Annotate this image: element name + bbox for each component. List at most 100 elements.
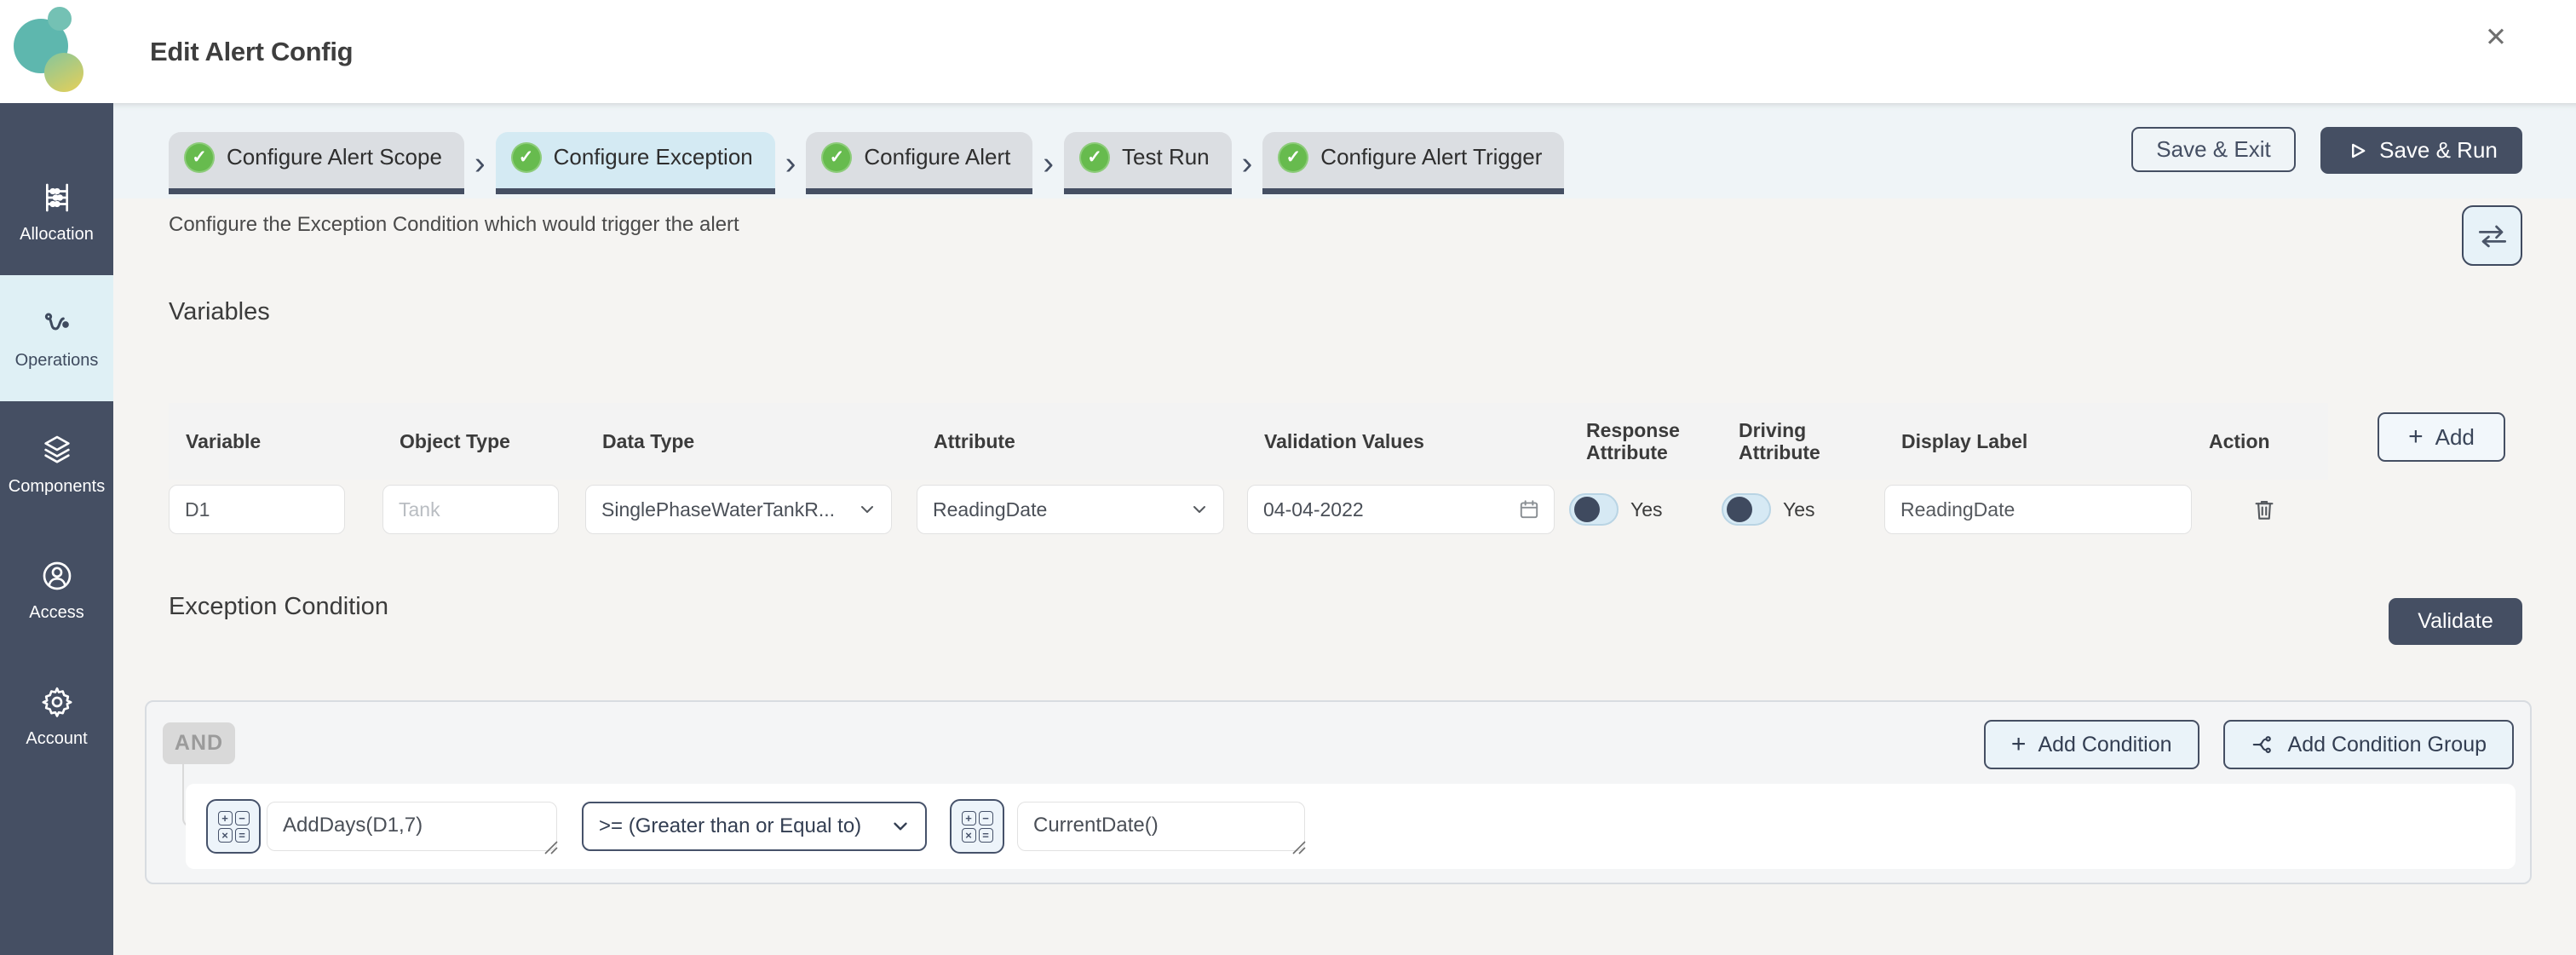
operator-value: >= (Greater than or Equal to) (599, 814, 862, 837)
step-label: Configure Exception (553, 144, 753, 170)
gear-icon (42, 687, 72, 717)
attribute-select[interactable]: ReadingDate (917, 485, 1224, 534)
delete-row-button[interactable] (2192, 497, 2337, 522)
column-header: Data Type (602, 429, 695, 452)
app-logo (10, 5, 104, 99)
step-check-icon: ✓ (1079, 141, 1111, 173)
save-exit-button[interactable]: Save & Exit (2131, 127, 2296, 172)
column-header: Object Type (400, 429, 510, 452)
branch-icon (2252, 736, 2271, 753)
toggle-knob (1574, 497, 1600, 522)
layers-icon (43, 435, 70, 463)
lhs-expression-input[interactable] (267, 802, 557, 851)
sidebar-item-access[interactable]: Access (0, 527, 113, 653)
chevron-down-icon (1193, 506, 1205, 513)
tab-configure-alert[interactable]: ✓ Configure Alert (806, 132, 1033, 194)
exception-condition-heading: Exception Condition (169, 593, 388, 620)
tab-configure-alert-trigger[interactable]: ✓ Configure Alert Trigger (1262, 132, 1565, 194)
user-circle-icon (43, 561, 71, 590)
chevron-right-icon: › (785, 146, 796, 181)
validate-button[interactable]: Validate (2389, 598, 2522, 645)
sidebar-item-operations[interactable]: Operations (0, 275, 113, 401)
close-icon[interactable]: ✕ (2477, 19, 2515, 56)
column-header: Driving Attribute (1739, 418, 1820, 463)
tab-configure-exception[interactable]: ✓ Configure Exception (495, 132, 775, 194)
calculator-icon: + − × = (217, 810, 250, 843)
chevron-down-icon (894, 822, 907, 831)
column-header: Validation Values (1264, 429, 1424, 452)
step-label: Test Run (1122, 144, 1210, 170)
sidebar-item-label: Access (29, 602, 84, 622)
transfer-arrows-button[interactable] (2462, 205, 2522, 266)
add-condition-button[interactable]: + Add Condition (1983, 720, 2199, 769)
condition-row-card: +−×= >= (Greater than or Equal to) +−×= (186, 784, 2516, 869)
toggle-knob (1727, 497, 1752, 522)
sidebar-item-label: Allocation (20, 224, 94, 244)
column-header: Response Attribute (1586, 418, 1680, 463)
transfer-arrows-icon (2478, 225, 2506, 247)
driving-attribute-cell: Yes (1722, 493, 1884, 526)
add-condition-group-label: Add Condition Group (2287, 732, 2487, 757)
operator-select[interactable]: >= (Greater than or Equal to) (582, 802, 927, 851)
group-operator-chip[interactable]: AND (163, 722, 235, 764)
response-attribute-toggle[interactable] (1569, 493, 1619, 526)
validation-value-date-field[interactable]: 04-04-2022 (1247, 485, 1555, 534)
add-variable-button[interactable]: + Add (2378, 412, 2505, 462)
attribute-value: ReadingDate (933, 498, 1048, 521)
column-header: Attribute (934, 429, 1015, 452)
object-type-input[interactable] (382, 485, 559, 534)
variable-input[interactable] (169, 485, 345, 534)
driving-attribute-toggle[interactable] (1722, 493, 1771, 526)
sidebar-item-allocation[interactable]: Allocation (0, 149, 113, 275)
tab-configure-alert-scope[interactable]: ✓ Configure Alert Scope (169, 132, 464, 194)
sidebar-item-label: Components (8, 476, 106, 496)
chevron-right-icon: › (474, 146, 486, 181)
play-icon (2352, 143, 2366, 158)
sidebar-item-label: Operations (14, 350, 99, 370)
page-title: Edit Alert Config (150, 36, 354, 66)
save-run-label: Save & Run (2379, 137, 2498, 163)
add-condition-group-button[interactable]: Add Condition Group (2222, 720, 2514, 769)
chevron-right-icon: › (1043, 146, 1055, 181)
sidebar-item-label: Account (26, 728, 88, 748)
step-check-icon: ✓ (184, 141, 215, 173)
header-bar: Edit Alert Config ✕ (0, 0, 2576, 103)
edit-alert-config-dialog: Edit Alert Config ✕ Allocation Operation… (0, 0, 2576, 955)
save-run-button[interactable]: Save & Run (2320, 127, 2522, 174)
chevron-right-icon: › (1241, 146, 1253, 181)
trash-icon (2255, 500, 2274, 520)
rhs-expression-input[interactable] (1017, 802, 1305, 851)
chevron-down-icon (861, 506, 873, 513)
calendar-icon (1520, 500, 1538, 519)
display-label-input[interactable] (1884, 485, 2192, 534)
plus-icon: + (2408, 423, 2424, 451)
column-header: Variable (186, 429, 262, 452)
step-label: Configure Alert Trigger (1320, 144, 1543, 170)
data-type-select[interactable]: SinglePhaseWaterTankR... (585, 485, 892, 534)
column-header: Display Label (1901, 429, 2028, 452)
flow-icon (44, 313, 69, 330)
response-attribute-value: Yes (1630, 498, 1663, 521)
column-header: Action (2209, 429, 2270, 452)
logo-circle-ring (48, 7, 72, 31)
step-check-icon: ✓ (510, 141, 542, 173)
data-type-value: SinglePhaseWaterTankR... (601, 498, 836, 521)
step-label: Configure Alert Scope (227, 144, 442, 170)
step-check-icon: ✓ (821, 141, 853, 173)
add-variable-label: Add (2435, 423, 2475, 450)
expression-builder-button-lhs[interactable]: + − × = (206, 799, 261, 854)
tab-test-run[interactable]: ✓ Test Run (1064, 132, 1232, 194)
sidebar-item-account[interactable]: Account (0, 653, 113, 780)
validation-value: 04-04-2022 (1263, 498, 1364, 521)
sidebar-item-components[interactable]: Components (0, 401, 113, 527)
sidebar: Allocation Operations Components Access (0, 103, 113, 955)
expression-builder-button-rhs[interactable]: + − × = (950, 799, 1004, 854)
plus-icon: + (2010, 730, 2027, 758)
logo-circle-gradient (44, 53, 83, 92)
stepper-band: ✓ Configure Alert Scope › ✓ Configure Ex… (113, 103, 2576, 198)
driving-attribute-value: Yes (1783, 498, 1815, 521)
variables-heading: Variables (169, 298, 270, 325)
response-attribute-cell: Yes (1569, 493, 1722, 526)
condition-actions: + Add Condition Add Condition Group (1983, 720, 2514, 769)
calculator-icon: + − × = (961, 810, 993, 843)
